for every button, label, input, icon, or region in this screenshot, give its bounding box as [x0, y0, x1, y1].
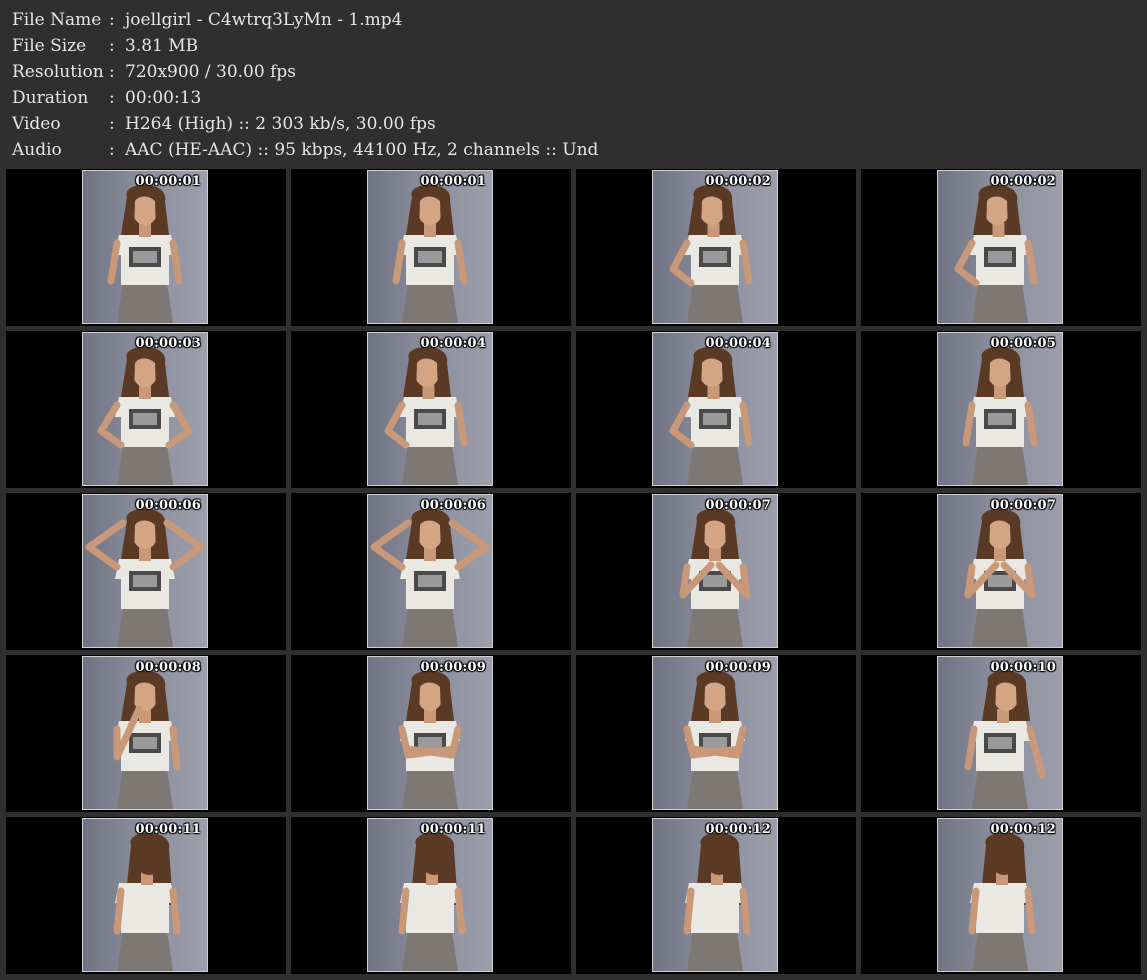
duration-value: 00:00:13 — [125, 88, 202, 108]
frame-timestamp: 00:00:08 — [135, 660, 201, 675]
person-figure — [683, 670, 747, 809]
video-frame-image: 00:00:02 — [652, 170, 778, 324]
frame-timestamp: 00:00:07 — [990, 498, 1056, 513]
separator: : — [109, 36, 115, 56]
video-label: Video — [12, 114, 61, 134]
video-frame-image: 00:00:06 — [82, 494, 208, 648]
thumbnail-cell: 00:00:04 — [291, 331, 571, 488]
frame-timestamp: 00:00:03 — [135, 336, 201, 351]
person-figure — [954, 184, 1038, 323]
audio-label: Audio — [12, 140, 62, 160]
video-frame-image: 00:00:07 — [652, 494, 778, 648]
separator: : — [109, 88, 115, 108]
person-figure — [683, 832, 751, 971]
frame-timestamp: 00:00:01 — [420, 174, 486, 189]
thumbnail-cell: 00:00:06 — [291, 493, 571, 650]
frame-timestamp: 00:00:06 — [135, 498, 201, 513]
thumbnail-cell: 00:00:04 — [576, 331, 856, 488]
video-frame-image: 00:00:04 — [652, 332, 778, 486]
frame-timestamp: 00:00:05 — [990, 336, 1056, 351]
frame-timestamp: 00:00:06 — [420, 498, 486, 513]
separator: : — [109, 114, 115, 134]
video-frame-image: 00:00:08 — [82, 656, 208, 810]
thumbnail-cell: 00:00:02 — [576, 169, 856, 326]
video-frame-image: 00:00:11 — [82, 818, 208, 972]
frame-timestamp: 00:00:09 — [705, 660, 771, 675]
thumbnail-cell: 00:00:07 — [861, 493, 1141, 650]
person-figure — [398, 832, 466, 971]
video-frame-image: 00:00:07 — [937, 494, 1063, 648]
duration-label: Duration — [12, 88, 89, 108]
thumbnail-cell: 00:00:10 — [861, 655, 1141, 812]
frame-timestamp: 00:00:12 — [990, 822, 1056, 837]
video-frame-image: 00:00:01 — [367, 170, 493, 324]
video-frame-image: 00:00:09 — [652, 656, 778, 810]
person-figure — [107, 184, 183, 323]
separator: : — [109, 62, 115, 82]
person-figure — [964, 670, 1046, 809]
person-figure — [962, 346, 1038, 485]
thumbnail-cell: 00:00:08 — [6, 655, 286, 812]
video-frame-image: 00:00:10 — [937, 656, 1063, 810]
video-frame-image: 00:00:11 — [367, 818, 493, 972]
video-frame-image: 00:00:01 — [82, 170, 208, 324]
video-frame-image: 00:00:12 — [652, 818, 778, 972]
frame-timestamp: 00:00:02 — [705, 174, 771, 189]
thumbnail-cell: 00:00:07 — [576, 493, 856, 650]
frame-timestamp: 00:00:07 — [705, 498, 771, 513]
person-figure — [398, 670, 462, 809]
person-figure — [968, 832, 1036, 971]
thumbnail-cell: 00:00:09 — [291, 655, 571, 812]
person-figure — [679, 508, 751, 647]
person-figure — [669, 346, 753, 485]
thumbnail-cell: 00:00:11 — [291, 817, 571, 974]
thumbnail-cell: 00:00:06 — [6, 493, 286, 650]
person-figure — [392, 184, 468, 323]
video-frame-image: 00:00:09 — [367, 656, 493, 810]
file-size-value: 3.81 MB — [125, 36, 199, 56]
resolution-label: Resolution — [12, 62, 104, 82]
thumbnail-cell: 00:00:01 — [6, 169, 286, 326]
person-figure — [113, 832, 181, 971]
thumbnail-cell: 00:00:12 — [861, 817, 1141, 974]
video-frame-image: 00:00:06 — [367, 494, 493, 648]
thumbnail-cell: 00:00:01 — [291, 169, 571, 326]
frame-timestamp: 00:00:04 — [705, 336, 771, 351]
frame-timestamp: 00:00:10 — [990, 660, 1056, 675]
frame-timestamp: 00:00:09 — [420, 660, 486, 675]
file-name-value: joellgirl - C4wtrq3LyMn - 1.mp4 — [125, 10, 403, 30]
frame-timestamp: 00:00:11 — [135, 822, 201, 837]
person-figure — [85, 508, 205, 647]
person-figure — [370, 508, 490, 647]
file-name-label: File Name — [12, 10, 102, 30]
frame-timestamp: 00:00:11 — [420, 822, 486, 837]
frame-timestamp: 00:00:04 — [420, 336, 486, 351]
frame-timestamp: 00:00:12 — [705, 822, 771, 837]
file-size-label: File Size — [12, 36, 87, 56]
audio-value: AAC (HE-AAC) :: 95 kbps, 44100 Hz, 2 cha… — [125, 140, 599, 160]
separator: : — [109, 10, 115, 30]
resolution-value: 720x900 / 30.00 fps — [125, 62, 296, 82]
thumbnail-cell: 00:00:09 — [576, 655, 856, 812]
thumbnail-cell: 00:00:12 — [576, 817, 856, 974]
thumbnail-cell: 00:00:02 — [861, 169, 1141, 326]
person-figure — [964, 508, 1036, 647]
video-frame-image: 00:00:03 — [82, 332, 208, 486]
video-frame-image: 00:00:02 — [937, 170, 1063, 324]
person-figure — [113, 670, 181, 809]
separator: : — [109, 140, 115, 160]
file-info-header: File Name : joellgirl - C4wtrq3LyMn - 1.… — [0, 0, 1147, 166]
thumbnail-cell: 00:00:05 — [861, 331, 1141, 488]
person-figure — [384, 346, 468, 485]
frame-timestamp: 00:00:02 — [990, 174, 1056, 189]
video-value: H264 (High) :: 2 303 kb/s, 30.00 fps — [125, 114, 436, 134]
video-frame-image: 00:00:04 — [367, 332, 493, 486]
video-frame-image: 00:00:05 — [937, 332, 1063, 486]
thumbnail-cell: 00:00:11 — [6, 817, 286, 974]
person-figure — [97, 346, 193, 485]
video-frame-image: 00:00:12 — [937, 818, 1063, 972]
frame-timestamp: 00:00:01 — [135, 174, 201, 189]
thumbnail-cell: 00:00:03 — [6, 331, 286, 488]
person-figure — [669, 184, 753, 323]
